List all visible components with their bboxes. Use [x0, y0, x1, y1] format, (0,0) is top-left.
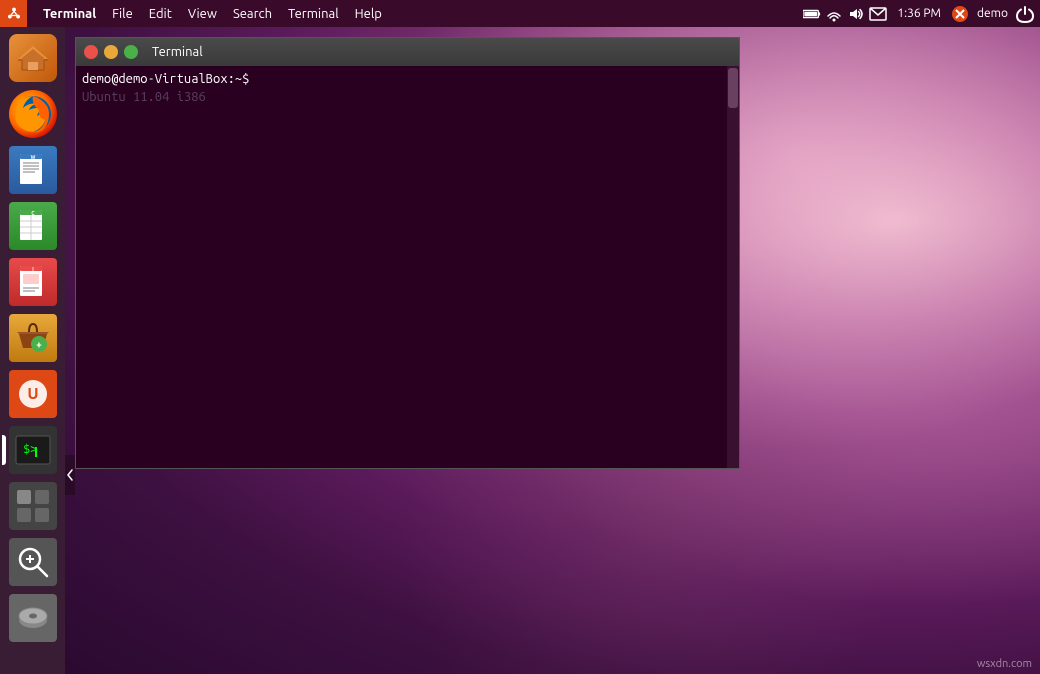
user-icon[interactable] [951, 5, 969, 23]
ubuntu-logo[interactable] [0, 0, 27, 27]
volume-icon[interactable] [847, 5, 865, 23]
terminal-scrollbar[interactable] [727, 66, 739, 468]
clock[interactable]: 1:36 PM [891, 7, 947, 20]
menu-edit[interactable]: Edit [141, 0, 180, 27]
launcher-item-zoom[interactable] [6, 535, 60, 589]
launcher-item-writer[interactable]: W [6, 143, 60, 197]
minimize-button[interactable] [104, 45, 118, 59]
watermark: wsxdn.com [977, 658, 1032, 670]
app-menu-items: Terminal File Edit View Search Terminal … [27, 0, 390, 27]
terminal-body[interactable]: demo@demo-VirtualBox:~$ Ubuntu 11.04 i38… [76, 66, 739, 468]
launcher-item-disk[interactable] [6, 591, 60, 645]
user-name[interactable]: demo [973, 7, 1012, 20]
launcher-item-ubuntu-one[interactable]: U [6, 367, 60, 421]
menu-help[interactable]: Help [347, 0, 390, 27]
launcher-item-workspace[interactable] [6, 479, 60, 533]
terminal-title: Terminal [152, 45, 203, 59]
launcher-item-impress[interactable]: I [6, 255, 60, 309]
menu-file[interactable]: File [104, 0, 141, 27]
terminal-prompt: demo@demo-VirtualBox:~$ [82, 70, 733, 88]
battery-icon[interactable] [803, 5, 821, 23]
terminal-ghost-text: Ubuntu 11.04 i386 [82, 88, 733, 106]
system-tray: 1:36 PM demo [803, 0, 1040, 27]
terminal-scrollbar-thumb[interactable] [728, 68, 738, 108]
menu-terminal-2[interactable]: Terminal [280, 0, 347, 27]
launcher-item-firefox[interactable] [6, 87, 60, 141]
svg-text:U: U [27, 385, 38, 403]
svg-text:W: W [30, 154, 35, 160]
network-icon[interactable] [825, 5, 843, 23]
menu-bar: Terminal File Edit View Search Terminal … [0, 0, 1040, 27]
launcher-item-home[interactable] [6, 31, 60, 85]
close-button[interactable] [84, 45, 98, 59]
launcher-item-software[interactable]: + [6, 311, 60, 365]
menu-view[interactable]: View [180, 0, 225, 27]
terminal-window: Terminal demo@demo-VirtualBox:~$ Ubuntu … [75, 37, 740, 469]
terminal-titlebar: Terminal [76, 38, 739, 66]
menu-search[interactable]: Search [225, 0, 280, 27]
launcher: W C I [0, 27, 65, 674]
svg-text:+: + [36, 339, 42, 350]
terminal-content: demo@demo-VirtualBox:~$ Ubuntu 11.04 i38… [82, 70, 733, 106]
launcher-item-calc[interactable]: C [6, 199, 60, 253]
menu-terminal[interactable]: Terminal [35, 0, 104, 27]
power-icon[interactable] [1016, 5, 1034, 23]
launcher-item-terminal[interactable]: $> [6, 423, 60, 477]
mail-icon[interactable] [869, 5, 887, 23]
launcher-expander[interactable] [65, 455, 75, 495]
maximize-button[interactable] [124, 45, 138, 59]
